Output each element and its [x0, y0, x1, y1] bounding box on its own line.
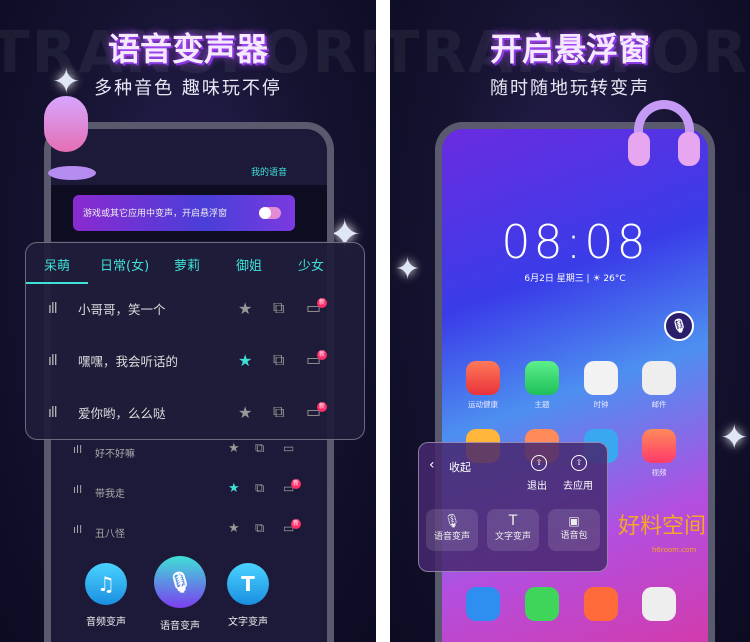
share-icon[interactable]: ⧉: [255, 481, 264, 496]
app-label: 时钟: [593, 400, 609, 409]
collapse-button[interactable]: 收起: [449, 459, 471, 475]
sound-bars-icon: ıll: [48, 353, 58, 369]
voice-change-button[interactable]: 🎙: [154, 556, 206, 608]
voice-change-label: 语音变声: [160, 621, 200, 632]
go-app-button[interactable]: 去应用: [563, 477, 593, 492]
list-item[interactable]: ıll 好不好嘛 ★ ⧉ ▭: [73, 439, 323, 469]
left-promo-panel: TRANSFORMER 语音变声器 多种音色 趣味玩不停 ✦ ✦ 我的语音 游戏…: [0, 0, 376, 642]
star-icon[interactable]: ★: [238, 299, 252, 318]
list-item[interactable]: ıll 嘿嘿，我会听话的 ★ ⧉ ▭ 新: [26, 335, 364, 387]
dock-phone-icon[interactable]: [466, 587, 500, 621]
watermark-url: h6room.com: [652, 546, 697, 554]
sparkle-icon: ✦: [395, 252, 421, 287]
watermark-logo: 好料空间: [618, 514, 707, 539]
text-change-label: 文字变声: [228, 617, 268, 628]
microphone-icon: 🎙: [443, 514, 461, 529]
app-video-icon[interactable]: [642, 429, 676, 463]
my-voice-link[interactable]: 我的语音: [251, 165, 287, 178]
new-badge: 新: [317, 402, 327, 412]
tab-yujie[interactable]: 御姐: [236, 255, 262, 274]
microphone-icon: 🎙: [167, 570, 193, 594]
new-badge: 新: [317, 350, 327, 360]
share-icon[interactable]: ⧉: [273, 298, 284, 318]
voice-pack-button[interactable]: ▣ 语音包: [548, 509, 600, 551]
floating-mic-button[interactable]: 🎙: [664, 311, 694, 341]
list-item[interactable]: ıll 爱你哟，么么哒 ★ ⧉ ▭ 新: [26, 387, 364, 439]
tab-daimeng[interactable]: 呆萌: [44, 255, 70, 274]
text-icon: T: [241, 572, 255, 596]
share-icon[interactable]: ⧉: [255, 441, 264, 456]
dock-camera-icon[interactable]: [642, 587, 676, 621]
floating-panel: ‹ 收起 ⇧ 退出 ⇧ 去应用 🎙 语音变声 T 文字变声 ▣ 语音包: [418, 442, 608, 572]
text-change-button[interactable]: T: [227, 563, 269, 605]
voice-pack-icon: ▣: [568, 514, 580, 528]
text-icon: T: [508, 513, 518, 529]
sparkle-icon: ✦: [720, 418, 749, 458]
promo-title: 开启悬浮窗: [489, 30, 650, 68]
voice-change-button[interactable]: 🎙 语音变声: [426, 509, 478, 551]
app-mail-icon[interactable]: [642, 361, 676, 395]
voice-list-card: 呆萌 日常(女) 萝莉 御姐 少女 ıll 小哥哥，笑一个 ★ ⧉ ▭ 新 ıll 嘿嘿，我…: [25, 242, 365, 440]
voice-message-icon[interactable]: ▭: [283, 441, 294, 455]
star-icon[interactable]: ★: [238, 403, 252, 422]
audio-change-label: 音频变声: [86, 617, 126, 628]
app-health-icon[interactable]: [466, 361, 500, 395]
chevron-left-icon[interactable]: ‹: [429, 457, 435, 473]
text-change-button[interactable]: T 文字变声: [487, 509, 539, 551]
tab-shaonv[interactable]: 少女: [298, 255, 324, 274]
share-icon[interactable]: ⧉: [255, 521, 264, 536]
audio-change-button[interactable]: ♫: [85, 563, 127, 605]
microphone-icon: 🎙: [670, 318, 688, 334]
floating-window-banner[interactable]: 游戏或其它应用中变声，开启悬浮窗: [73, 195, 295, 231]
dock-browser-icon[interactable]: [584, 587, 618, 621]
app-theme-icon[interactable]: [525, 361, 559, 395]
app-clock-icon[interactable]: [584, 361, 618, 395]
app-label: 视频: [651, 468, 667, 477]
list-item[interactable]: ıll 小哥哥，笑一个 ★ ⧉ ▭ 新: [26, 283, 364, 335]
exit-icon[interactable]: ⇧: [531, 455, 547, 471]
music-note-icon: ♫: [97, 572, 115, 596]
go-app-icon[interactable]: ⇧: [571, 455, 587, 471]
new-badge: 新: [291, 519, 301, 529]
microphone-illustration: [32, 96, 102, 186]
right-promo-panel: TRANSFORMER 开启悬浮窗 随时随地玩转变声 ✦ ✦ 08:08 6月2…: [390, 0, 750, 642]
floating-window-toggle[interactable]: [259, 207, 281, 219]
exit-button[interactable]: 退出: [527, 477, 547, 492]
share-icon[interactable]: ⧉: [273, 350, 284, 370]
app-label: 邮件: [651, 400, 667, 409]
star-icon[interactable]: ★: [228, 441, 240, 456]
headphones-illustration: [628, 92, 700, 182]
list-item[interactable]: ıll 带我走 ★ ⧉ ▭ 新: [73, 479, 323, 509]
tab-loli[interactable]: 萝莉: [174, 255, 200, 274]
app-label: 主题: [534, 400, 550, 409]
date-weather: 6月2日 星期三 | ☀ 26°C: [524, 274, 626, 284]
lock-clock: 08:08: [501, 215, 649, 269]
new-badge: 新: [291, 479, 301, 489]
sound-bars-icon: ıll: [48, 405, 58, 421]
dock-messages-icon[interactable]: [525, 587, 559, 621]
star-icon[interactable]: ★: [228, 521, 240, 536]
star-icon[interactable]: ★: [238, 351, 252, 370]
star-icon[interactable]: ★: [228, 481, 240, 496]
app-label: 运动健康: [468, 400, 498, 409]
tab-daily-female[interactable]: 日常(女): [100, 255, 149, 274]
sound-bars-icon: ıll: [48, 301, 58, 317]
list-item[interactable]: ıll 丑八怪 ★ ⧉ ▭ 新: [73, 519, 323, 549]
share-icon[interactable]: ⧉: [273, 402, 284, 422]
new-badge: 新: [317, 298, 327, 308]
banner-text: 游戏或其它应用中变声，开启悬浮窗: [83, 209, 228, 219]
